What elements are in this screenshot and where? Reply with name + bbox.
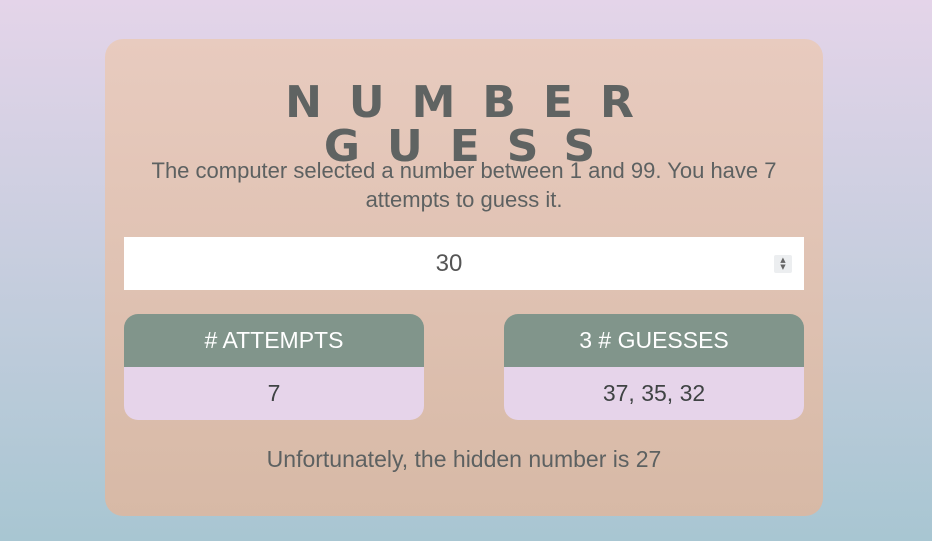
attempts-value: 7 — [124, 367, 424, 420]
game-description: The computer selected a number between 1… — [151, 158, 777, 212]
spin-stepper-icon[interactable]: ▲ ▼ — [774, 255, 792, 273]
guesses-panel: 3 # GUESSES 37, 35, 32 — [504, 314, 804, 420]
attempts-panel: # ATTEMPTS 7 — [124, 314, 424, 420]
guesses-header: 3 # GUESSES — [504, 314, 804, 367]
guesses-value: 37, 35, 32 — [504, 367, 804, 420]
game-card: NUMBER GUESS The computer selected a num… — [105, 39, 823, 516]
attempts-header: # ATTEMPTS — [124, 314, 424, 367]
stepper-down-icon[interactable]: ▼ — [780, 264, 785, 271]
result-message: Unfortunately, the hidden number is 27 — [266, 446, 662, 472]
guess-input[interactable] — [124, 237, 804, 290]
